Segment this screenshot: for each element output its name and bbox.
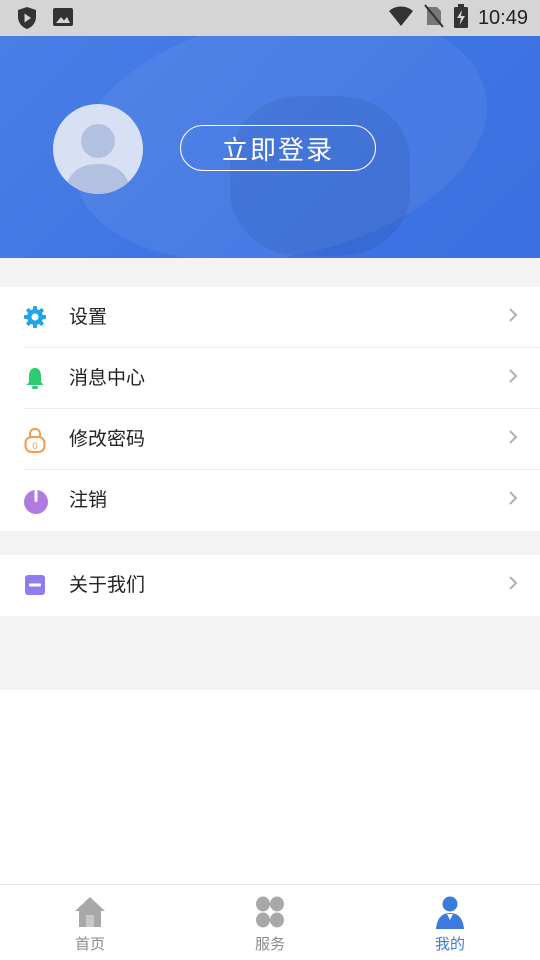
profile-icon xyxy=(434,895,466,929)
tab-mine[interactable]: 我的 xyxy=(410,893,490,957)
services-icon xyxy=(254,895,286,929)
chevron-right-icon xyxy=(508,575,518,591)
bell-icon xyxy=(23,366,47,390)
menu-group-main: 设置 消息中心 0 修改密码 注销 xyxy=(0,287,540,531)
menu-item-label: 修改密码 xyxy=(69,428,146,450)
menu-item-label: 设置 xyxy=(69,306,108,328)
info-card-icon xyxy=(23,573,47,597)
menu-group-about: 关于我们 xyxy=(0,555,540,616)
menu-item-label: 关于我们 xyxy=(69,574,146,596)
menu-item-change-password[interactable]: 0 修改密码 xyxy=(0,409,540,470)
header-background-decor xyxy=(230,96,410,256)
power-icon xyxy=(23,488,48,514)
lock-icon: 0 xyxy=(23,427,47,453)
wifi-icon xyxy=(388,5,414,31)
battery-charging-icon xyxy=(453,4,468,32)
avatar[interactable] xyxy=(53,104,143,194)
chevron-right-icon xyxy=(508,429,518,445)
section-spacer xyxy=(0,258,540,287)
section-spacer xyxy=(0,616,540,690)
clock: 10:49 xyxy=(477,6,528,29)
bottom-navigation: 首页 服务 我的 xyxy=(0,884,540,960)
tab-label: 服务 xyxy=(254,935,285,953)
section-spacer xyxy=(0,531,540,555)
chevron-right-icon xyxy=(508,368,518,384)
gear-icon xyxy=(23,305,47,329)
default-avatar-icon xyxy=(65,124,131,194)
status-bar: 10:49 xyxy=(0,0,540,36)
chevron-right-icon xyxy=(508,490,518,506)
profile-header: 立即登录 xyxy=(0,36,540,258)
svg-text:0: 0 xyxy=(32,442,38,452)
tab-home[interactable]: 首页 xyxy=(50,893,130,957)
login-button[interactable]: 立即登录 xyxy=(180,125,376,171)
shield-play-icon xyxy=(16,6,38,34)
tab-label: 我的 xyxy=(434,935,465,953)
chevron-right-icon xyxy=(508,307,518,323)
home-icon xyxy=(74,895,106,929)
tab-label: 首页 xyxy=(74,935,105,953)
image-icon xyxy=(52,6,74,34)
menu-item-settings[interactable]: 设置 xyxy=(0,287,540,348)
tab-services[interactable]: 服务 xyxy=(230,893,310,957)
menu-item-label: 消息中心 xyxy=(69,367,146,389)
menu-item-label: 注销 xyxy=(69,489,108,511)
no-sim-icon xyxy=(424,4,444,32)
menu-item-about-us[interactable]: 关于我们 xyxy=(0,555,540,616)
menu-item-message-center[interactable]: 消息中心 xyxy=(0,348,540,409)
menu-item-logout[interactable]: 注销 xyxy=(0,470,540,531)
